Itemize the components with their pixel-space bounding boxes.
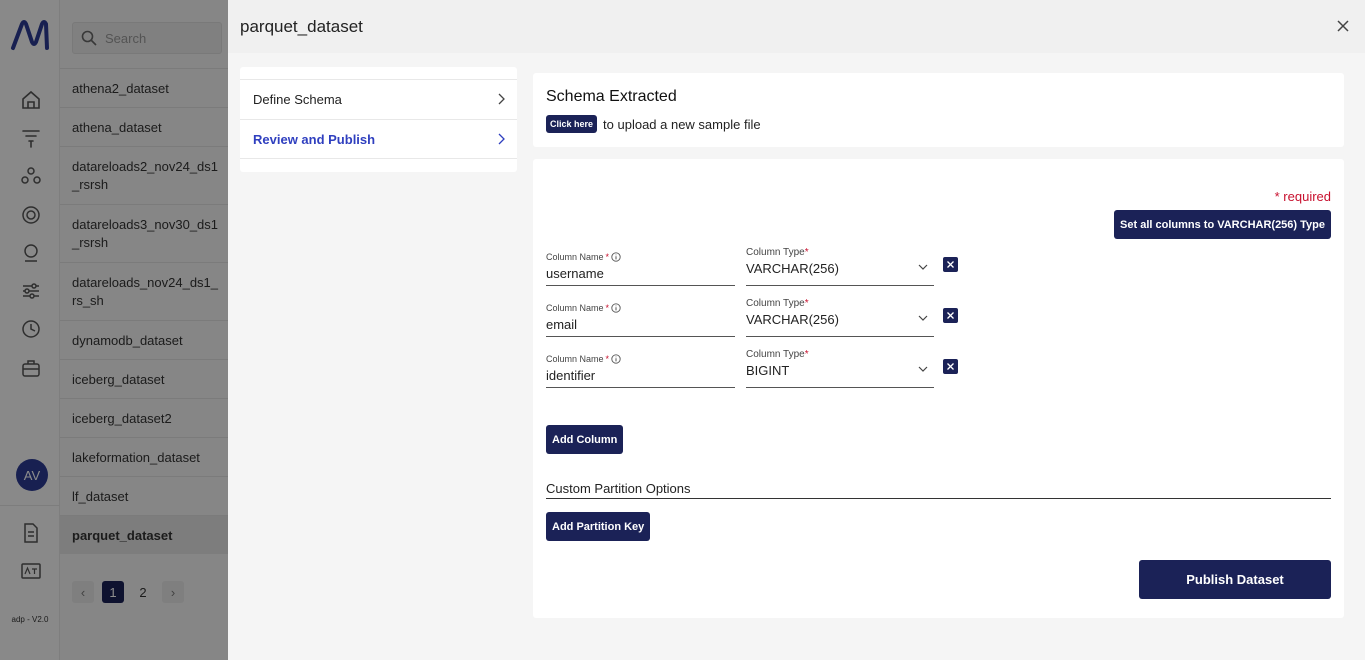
wizard-steps: Define Schema Review and Publish bbox=[240, 67, 517, 172]
partition-section-title: Custom Partition Options bbox=[546, 481, 1331, 499]
click-here-button[interactable]: Click here bbox=[546, 115, 598, 133]
add-partition-key-button[interactable]: Add Partition Key bbox=[546, 512, 651, 541]
dataset-drawer: parquet_dataset Define Schema Review and… bbox=[228, 0, 1365, 660]
column-name-label-text: Column Name bbox=[546, 252, 604, 262]
column-type-label-text: Column Type bbox=[746, 298, 805, 309]
chevron-right-icon bbox=[498, 133, 505, 145]
column-type-select[interactable]: Column Type* VARCHAR(256) bbox=[746, 298, 934, 337]
column-name-input[interactable]: username bbox=[546, 266, 735, 281]
column-row: Column Name * email Column Type* VARCHAR(256… bbox=[546, 298, 966, 343]
column-name-label-text: Column Name bbox=[546, 303, 604, 313]
info-icon[interactable] bbox=[611, 303, 621, 313]
schema-form-card: * required Set all columns to VARCHAR(25… bbox=[533, 159, 1344, 618]
add-column-button[interactable]: Add Column bbox=[546, 425, 624, 454]
close-icon bbox=[947, 261, 954, 268]
upload-line: Click here to upload a new sample file bbox=[546, 115, 761, 133]
publish-dataset-button[interactable]: Publish Dataset bbox=[1139, 560, 1331, 599]
column-name-label-text: Column Name bbox=[546, 354, 604, 364]
chevron-down-icon[interactable] bbox=[918, 315, 928, 321]
step-define-schema[interactable]: Define Schema bbox=[240, 79, 517, 119]
step-label: Define Schema bbox=[253, 92, 342, 107]
remove-column-button[interactable] bbox=[943, 308, 958, 323]
column-type-label-text: Column Type bbox=[746, 247, 805, 258]
column-name-field[interactable]: Column Name * identifier bbox=[546, 354, 735, 388]
column-name-label: Column Name * bbox=[546, 303, 735, 313]
column-type-label: Column Type* bbox=[746, 349, 934, 360]
required-star: * bbox=[605, 303, 610, 313]
info-icon[interactable] bbox=[611, 354, 621, 364]
schema-heading: Schema Extracted bbox=[546, 88, 677, 105]
drawer-header: parquet_dataset bbox=[228, 0, 1365, 53]
required-star: * bbox=[605, 354, 610, 364]
remove-column-button[interactable] bbox=[943, 257, 958, 272]
schema-extracted-card: Schema Extracted Click here to upload a … bbox=[533, 73, 1344, 147]
column-name-input[interactable]: email bbox=[546, 317, 735, 332]
close-icon bbox=[947, 363, 954, 370]
chevron-down-icon[interactable] bbox=[918, 264, 928, 270]
step-review-and-publish[interactable]: Review and Publish bbox=[240, 119, 517, 159]
column-name-field[interactable]: Column Name * email bbox=[546, 303, 735, 337]
drawer-title: parquet_dataset bbox=[240, 16, 363, 36]
column-type-select[interactable]: Column Type* VARCHAR(256) bbox=[746, 247, 934, 286]
required-note: * required bbox=[1274, 189, 1331, 204]
step-label: Review and Publish bbox=[253, 131, 376, 147]
column-name-label: Column Name * bbox=[546, 252, 735, 262]
column-name-field[interactable]: Column Name * username bbox=[546, 252, 735, 286]
set-all-varchar-button[interactable]: Set all columns to VARCHAR(256) Type bbox=[1114, 210, 1331, 239]
chevron-right-icon bbox=[498, 93, 505, 105]
required-star: * bbox=[804, 247, 809, 258]
column-name-label: Column Name * bbox=[546, 354, 735, 364]
info-icon[interactable] bbox=[611, 252, 621, 262]
column-type-select[interactable]: Column Type* BIGINT bbox=[746, 349, 934, 388]
remove-column-button[interactable] bbox=[943, 359, 958, 374]
chevron-down-icon[interactable] bbox=[918, 366, 928, 372]
column-type-value: BIGINT bbox=[746, 363, 790, 378]
close-icon bbox=[947, 312, 954, 319]
upload-text: to upload a new sample file bbox=[603, 116, 761, 132]
required-star: * bbox=[804, 349, 809, 360]
column-type-label: Column Type* bbox=[746, 247, 934, 258]
column-type-label-text: Column Type bbox=[746, 349, 805, 360]
column-row: Column Name * username Column Type* VARCHAR(… bbox=[546, 247, 966, 292]
column-type-value: VARCHAR(256) bbox=[746, 261, 839, 276]
close-icon[interactable] bbox=[1335, 18, 1351, 34]
column-type-value: VARCHAR(256) bbox=[746, 312, 839, 327]
required-star: * bbox=[804, 298, 809, 309]
column-type-label: Column Type* bbox=[746, 298, 934, 309]
column-name-input[interactable]: identifier bbox=[546, 368, 735, 383]
column-row: Column Name * identifier Column Type* BIGINT bbox=[546, 349, 966, 394]
required-star: * bbox=[605, 252, 610, 262]
